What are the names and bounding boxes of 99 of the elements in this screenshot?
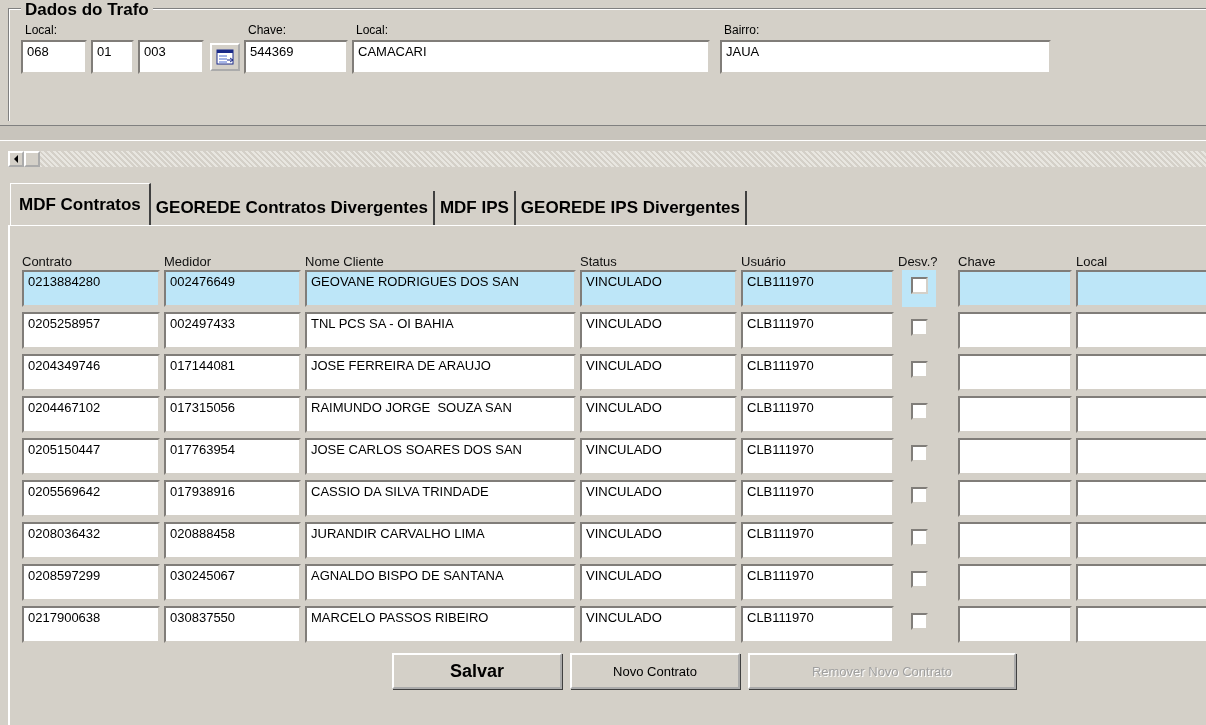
table-cell[interactable] <box>958 438 1072 475</box>
scroll-thumb[interactable] <box>24 151 40 167</box>
table-cell[interactable]: MARCELO PASSOS RIBEIRO <box>305 606 576 643</box>
table-cell[interactable] <box>958 312 1072 349</box>
checkbox[interactable] <box>910 403 928 420</box>
table-cell[interactable]: CASSIO DA SILVA TRINDADE <box>305 480 576 517</box>
field-label: Local: <box>25 23 59 37</box>
input-field[interactable]: 01 <box>91 40 134 74</box>
table-cell[interactable] <box>1076 312 1206 349</box>
table-cell[interactable] <box>1076 354 1206 391</box>
table-cell[interactable]: 0204467102 <box>22 396 160 433</box>
table-cell[interactable]: 0205569642 <box>22 480 160 517</box>
table-cell[interactable]: CLB111970 <box>741 480 894 517</box>
table-cell[interactable]: GEOVANE RODRIGUES DOS SAN <box>305 270 576 307</box>
column-header: Local <box>1076 254 1109 269</box>
table-cell[interactable]: VINCULADO <box>580 270 737 307</box>
column-header: Contrato <box>22 254 73 269</box>
table-cell[interactable]: 017763954 <box>164 438 301 475</box>
table-cell[interactable]: VINCULADO <box>580 438 737 475</box>
table-cell[interactable] <box>1076 438 1206 475</box>
checkbox[interactable] <box>910 571 928 588</box>
table-cell[interactable] <box>1076 480 1206 517</box>
left-arrow-icon <box>13 155 19 163</box>
table-cell[interactable]: 002476649 <box>164 270 301 307</box>
table-cell[interactable]: 0205258957 <box>22 312 160 349</box>
table-cell[interactable]: 020888458 <box>164 522 301 559</box>
table-cell[interactable]: CLB111970 <box>741 522 894 559</box>
table-cell[interactable]: 030245067 <box>164 564 301 601</box>
table-cell[interactable]: CLB111970 <box>741 312 894 349</box>
table-cell[interactable]: VINCULADO <box>580 354 737 391</box>
table-cell[interactable]: 017938916 <box>164 480 301 517</box>
table-cell[interactable] <box>958 564 1072 601</box>
table-cell[interactable] <box>958 396 1072 433</box>
table-cell[interactable]: 0208036432 <box>22 522 160 559</box>
table-cell[interactable] <box>958 522 1072 559</box>
input-field[interactable]: 544369 <box>244 40 348 74</box>
table-cell[interactable]: CLB111970 <box>741 396 894 433</box>
column-header: Medidor <box>164 254 212 269</box>
column-header: Usuário <box>741 254 787 269</box>
table-cell[interactable]: 0204349746 <box>22 354 160 391</box>
action-button[interactable]: Novo Contrato <box>570 653 740 689</box>
table-cell[interactable]: CLB111970 <box>741 270 894 307</box>
checkbox[interactable] <box>910 529 928 546</box>
table-cell[interactable]: 002497433 <box>164 312 301 349</box>
column-header: Status <box>580 254 618 269</box>
column-header: Chave <box>958 254 997 269</box>
table-cell[interactable]: VINCULADO <box>580 564 737 601</box>
checkbox[interactable] <box>910 319 928 336</box>
table-cell[interactable]: 017315056 <box>164 396 301 433</box>
input-field[interactable]: 003 <box>138 40 204 74</box>
table-cell[interactable]: VINCULADO <box>580 522 737 559</box>
table-cell[interactable] <box>1076 522 1206 559</box>
column-header: Nome Cliente <box>305 254 385 269</box>
table-cell[interactable]: 0217900638 <box>22 606 160 643</box>
lookup-button[interactable] <box>210 43 240 71</box>
checkbox[interactable] <box>910 277 928 294</box>
table-cell[interactable]: CLB111970 <box>741 354 894 391</box>
table-cell[interactable] <box>1076 270 1206 307</box>
field-label: Local: <box>356 23 390 37</box>
table-cell[interactable]: 0213884280 <box>22 270 160 307</box>
checkbox[interactable] <box>910 487 928 504</box>
table-cell[interactable]: CLB111970 <box>741 564 894 601</box>
action-button[interactable]: Salvar <box>392 653 562 689</box>
input-field[interactable]: CAMACARI <box>352 40 710 74</box>
table-icon <box>216 49 234 65</box>
table-cell[interactable]: 0208597299 <box>22 564 160 601</box>
checkbox[interactable] <box>910 361 928 378</box>
checkbox[interactable] <box>910 445 928 462</box>
scroll-left-button[interactable] <box>8 151 24 167</box>
table-cell[interactable] <box>958 480 1072 517</box>
table-cell[interactable] <box>1076 564 1206 601</box>
table-cell[interactable]: JOSE CARLOS SOARES DOS SAN <box>305 438 576 475</box>
splitter-bar[interactable] <box>0 125 1206 141</box>
table-cell[interactable]: AGNALDO BISPO DE SANTANA <box>305 564 576 601</box>
table-cell[interactable]: 017144081 <box>164 354 301 391</box>
table-cell[interactable]: VINCULADO <box>580 396 737 433</box>
table-cell[interactable]: CLB111970 <box>741 606 894 643</box>
table-cell[interactable]: RAIMUNDO JORGE SOUZA SAN <box>305 396 576 433</box>
table-cell[interactable] <box>958 354 1072 391</box>
table-cell[interactable]: 030837550 <box>164 606 301 643</box>
table-cell[interactable] <box>958 606 1072 643</box>
table-cell[interactable]: VINCULADO <box>580 480 737 517</box>
table-cell[interactable]: VINCULADO <box>580 312 737 349</box>
input-field[interactable]: JAUA <box>720 40 1051 74</box>
table-cell[interactable]: VINCULADO <box>580 606 737 643</box>
input-field[interactable]: 068 <box>21 40 87 74</box>
table-cell[interactable]: JOSE FERREIRA DE ARAUJO <box>305 354 576 391</box>
tab[interactable]: MDF Contratos <box>10 183 151 225</box>
table-cell[interactable] <box>1076 606 1206 643</box>
checkbox[interactable] <box>910 613 928 630</box>
table-cell[interactable]: CLB111970 <box>741 438 894 475</box>
table-cell[interactable] <box>1076 396 1206 433</box>
field-label: Chave: <box>248 23 288 37</box>
table-cell[interactable]: 0205150447 <box>22 438 160 475</box>
column-header: Desv.? <box>898 254 939 269</box>
field-label: Bairro: <box>724 23 761 37</box>
table-cell[interactable] <box>958 270 1072 307</box>
table-cell[interactable]: JURANDIR CARVALHO LIMA <box>305 522 576 559</box>
table-cell[interactable]: TNL PCS SA - OI BAHIA <box>305 312 576 349</box>
